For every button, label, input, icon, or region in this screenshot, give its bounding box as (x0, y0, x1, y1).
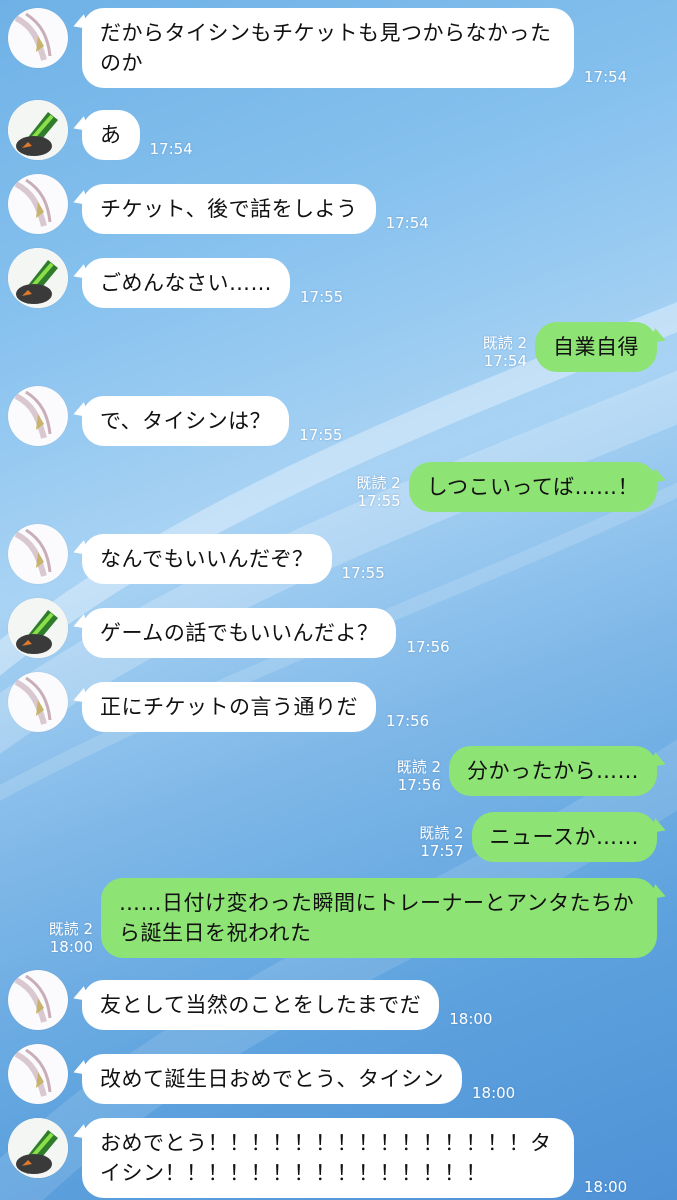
message-row: ……日付け変わった瞬間にトレーナーとアンタたちから誕生日を祝われた 既読 2 1… (49, 878, 663, 958)
read-receipt: 既読 2 (48, 920, 93, 938)
message-row: チケット、後で話をしよう 17:54 (8, 174, 429, 234)
green-hair-avatar[interactable] (8, 100, 68, 160)
timestamp: 17:54 (483, 352, 527, 370)
message-bubble[interactable]: で、タイシンは？ (82, 396, 290, 446)
white-hair-avatar[interactable] (8, 174, 68, 234)
message-bubble[interactable]: なんでもいいんだぞ？ (82, 534, 332, 584)
message-bubble[interactable]: だからタイシンもチケットも見つからなかったのか (82, 8, 574, 88)
message-row: ニュースか…… 既読 2 17:57 (419, 812, 663, 862)
timestamp: 17:56 (397, 776, 441, 794)
timestamp: 17:54 (584, 68, 628, 86)
white-hair-avatar[interactable] (8, 672, 68, 732)
message-bubble[interactable]: 分かったから…… (449, 746, 657, 796)
read-receipt: 既読 2 (482, 334, 527, 352)
message-row: 分かったから…… 既読 2 17:56 (397, 746, 663, 796)
message-bubble[interactable]: あ (82, 110, 140, 160)
message-meta: 18:00 (584, 1178, 627, 1198)
message-meta: 18:00 (472, 1084, 515, 1104)
message-meta: 既読 2 17:57 (419, 824, 463, 862)
message-row: 正にチケットの言う通りだ 17:56 (8, 672, 429, 732)
timestamp: 17:54 (149, 140, 193, 158)
message-row: あ 17:54 (8, 100, 193, 160)
message-meta: 既読 2 17:55 (356, 474, 400, 512)
message-meta: 既読 2 17:54 (483, 334, 527, 372)
message-bubble[interactable]: ニュースか…… (471, 812, 657, 862)
message-meta: 17:54 (150, 140, 193, 160)
white-hair-avatar[interactable] (8, 1044, 68, 1104)
message-meta: 17:55 (299, 426, 342, 446)
message-row: 自業自得 既読 2 17:54 (483, 322, 663, 372)
message-row: 友として当然のことをしたまでだ 18:00 (8, 970, 492, 1030)
timestamp: 17:55 (300, 288, 344, 306)
white-hair-avatar[interactable] (8, 524, 68, 584)
message-bubble[interactable]: ごめんなさい…… (82, 258, 290, 308)
timestamp: 18:00 (584, 1178, 628, 1196)
timestamp: 17:55 (341, 564, 385, 582)
message-bubble[interactable]: 改めて誕生日おめでとう、タイシン (82, 1054, 462, 1104)
message-meta: 17:56 (386, 712, 429, 732)
message-bubble[interactable]: 自業自得 (535, 322, 657, 372)
message-row: ゲームの話でもいいんだよ？ 17:56 (8, 598, 450, 658)
message-meta: 18:00 (449, 1010, 492, 1030)
message-row: で、タイシンは？ 17:55 (8, 386, 342, 446)
timestamp: 17:55 (357, 492, 401, 510)
timestamp: 17:56 (386, 712, 430, 730)
white-hair-avatar[interactable] (8, 8, 68, 68)
read-receipt: 既読 2 (396, 758, 441, 776)
message-row: 改めて誕生日おめでとう、タイシン 18:00 (8, 1044, 515, 1104)
message-meta: 17:56 (406, 638, 449, 658)
timestamp: 17:54 (385, 214, 429, 232)
message-row: しつこいってば……！ 既読 2 17:55 (356, 462, 663, 512)
timestamp: 18:00 (449, 1010, 493, 1028)
message-bubble[interactable]: ゲームの話でもいいんだよ？ (82, 608, 397, 658)
message-row: なんでもいいんだぞ？ 17:55 (8, 524, 385, 584)
message-bubble[interactable]: しつこいってば……！ (408, 462, 657, 512)
message-meta: 17:54 (386, 214, 429, 234)
timestamp: 18:00 (49, 938, 93, 956)
read-receipt: 既読 2 (419, 824, 464, 842)
white-hair-avatar[interactable] (8, 970, 68, 1030)
timestamp: 17:56 (406, 638, 450, 656)
timestamp: 17:55 (299, 426, 343, 444)
green-hair-avatar[interactable] (8, 1118, 68, 1178)
white-hair-avatar[interactable] (8, 386, 68, 446)
read-receipt: 既読 2 (356, 474, 401, 492)
message-row: ごめんなさい…… 17:55 (8, 248, 343, 308)
message-bubble[interactable]: 友として当然のことをしたまでだ (82, 980, 440, 1030)
message-meta: 17:55 (342, 564, 385, 584)
message-bubble[interactable]: 正にチケットの言う通りだ (82, 682, 376, 732)
timestamp: 18:00 (472, 1084, 516, 1102)
message-bubble[interactable]: チケット、後で話をしよう (82, 184, 376, 234)
message-bubble[interactable]: おめでとう！！！！！！！！！！！！！！！タイシン！！！！！！！！！！！！！！！ (82, 1118, 574, 1198)
chat-thread[interactable]: だからタイシンもチケットも見つからなかったのか 17:54 あ 17:54 チケ… (0, 0, 677, 1200)
timestamp: 17:57 (420, 842, 464, 860)
green-hair-avatar[interactable] (8, 248, 68, 308)
message-meta: 17:55 (300, 288, 343, 308)
message-row: おめでとう！！！！！！！！！！！！！！！タイシン！！！！！！！！！！！！！！！ … (8, 1118, 627, 1198)
message-meta: 既読 2 18:00 (49, 920, 93, 958)
message-meta: 17:54 (584, 68, 627, 88)
message-bubble[interactable]: ……日付け変わった瞬間にトレーナーとアンタたちから誕生日を祝われた (101, 878, 657, 958)
green-hair-avatar[interactable] (8, 598, 68, 658)
message-meta: 既読 2 17:56 (397, 758, 441, 796)
message-row: だからタイシンもチケットも見つからなかったのか 17:54 (8, 8, 627, 88)
